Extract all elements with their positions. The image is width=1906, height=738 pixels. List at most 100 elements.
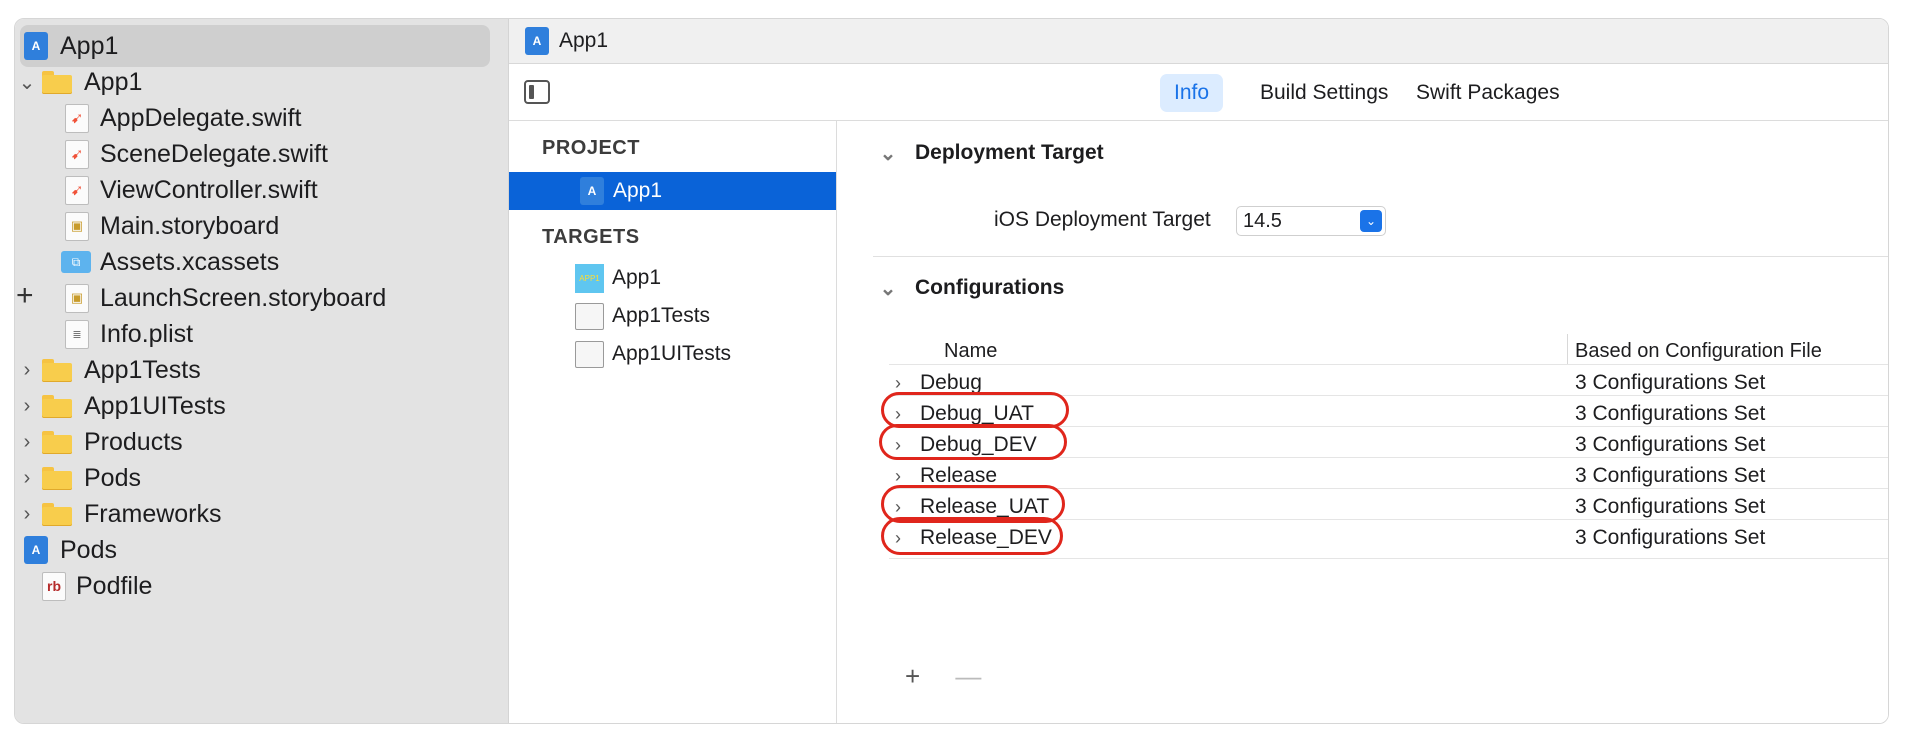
chevron-right-icon[interactable]: › [16,359,38,381]
nav-item-label: App1Tests [84,355,201,384]
column-divider[interactable] [1567,334,1568,364]
xcode-project-icon: A [24,32,48,60]
chevron-right-icon[interactable]: › [16,503,38,525]
table-row[interactable]: › Release_DEV 3 Configurations Set [889,519,1888,559]
configurations-title: Configurations [915,276,1065,299]
swift-file-icon: ➹ [65,103,89,133]
config-name: Release [920,464,998,487]
column-header-name[interactable]: Name [944,340,997,363]
chevron-right-icon[interactable]: › [895,404,901,425]
target-item-label: App1 [612,266,662,289]
chevron-right-icon[interactable]: › [895,497,901,518]
nav-item-label: Frameworks [84,499,222,528]
target-item-label: App1UITests [612,342,732,365]
xcode-window: A App1 ⌄ App1 ➹ AppDelegate.swift ➹ Scen… [14,18,1889,724]
test-bundle-icon [575,302,604,330]
divider [873,256,1888,257]
deployment-target-header[interactable]: ⌄ Deployment Target [877,141,1104,165]
asset-catalog-icon: ⧉ [61,251,91,273]
ios-deployment-target-popup[interactable]: 14.5 ⌄ [1236,206,1386,236]
project-navigator: A App1 ⌄ App1 ➹ AppDelegate.swift ➹ Scen… [15,19,508,723]
chevron-down-icon: ⌄ [1360,210,1382,232]
folder-icon [42,467,72,490]
config-file: 3 Configurations Set [1575,433,1766,456]
nav-item-label: Pods [60,535,117,564]
config-name: Debug_DEV [920,433,1037,456]
chevron-right-icon[interactable]: › [16,467,38,489]
editor-tab-bar: A App1 [509,19,1888,64]
nav-item-label: Info.plist [100,319,194,348]
chevron-right-icon[interactable]: › [16,395,38,417]
config-name: Debug [920,371,982,394]
ruby-file-icon: rb [42,571,66,601]
folder-icon [42,395,72,418]
swift-file-icon: ➹ [65,175,89,205]
storyboard-file-icon: ▣ [65,283,89,313]
test-bundle-icon [575,340,604,368]
targets-section-header: TARGETS [542,226,640,248]
chevron-right-icon[interactable]: › [895,528,901,549]
nav-item-label: AppDelegate.swift [100,103,302,132]
chevron-down-icon[interactable]: ⌄ [877,277,899,300]
nav-item-label: LaunchScreen.storyboard [100,283,387,312]
config-file: 3 Configurations Set [1575,371,1766,394]
tab-build-settings[interactable]: Build Settings [1246,74,1402,112]
crosshair-cursor-icon: + [16,279,34,312]
sidebar-toggle-icon[interactable] [524,80,550,104]
tab-swift-packages[interactable]: Swift Packages [1402,74,1574,112]
nav-item-label: App1 [60,31,119,60]
info-settings-panel: ⌄ Deployment Target iOS Deployment Targe… [837,121,1888,723]
deployment-target-title: Deployment Target [915,141,1104,164]
project-item-label: App1 [613,179,663,202]
swift-file-icon: ➹ [65,139,89,169]
chevron-right-icon[interactable]: › [895,466,901,487]
folder-icon [42,503,72,526]
project-section-header: PROJECT [542,137,640,159]
chevron-down-icon[interactable]: ⌄ [877,142,899,165]
config-file: 3 Configurations Set [1575,526,1766,549]
project-targets-list: PROJECT A App1 TARGETS APP1 App1 App1Tes… [509,121,837,723]
nav-item-label: App1 [84,67,143,96]
config-name: Release_UAT [920,495,1050,518]
project-item-app1[interactable]: A App1 [509,172,836,210]
target-item-label: App1Tests [612,304,711,327]
editor-toolbar: Info Build Settings Swift Packages [509,64,1888,121]
nav-item-label: Main.storyboard [100,211,280,240]
tab-info[interactable]: Info [1160,74,1224,112]
chevron-right-icon[interactable]: › [895,373,901,394]
target-item[interactable]: App1Tests [509,297,836,335]
config-file: 3 Configurations Set [1575,495,1766,518]
chevron-right-icon[interactable]: › [16,431,38,453]
popup-value: 14.5 [1243,209,1282,232]
folder-icon [42,431,72,454]
nav-item-label: Products [84,427,183,456]
folder-icon [42,71,72,94]
nav-item-label: ViewController.swift [100,175,318,204]
nav-item-file[interactable]: rb Podfile [15,565,152,607]
nav-item-label: Pods [84,463,141,492]
xcode-project-icon: A [580,177,604,205]
config-file: 3 Configurations Set [1575,464,1766,487]
nav-item-label: App1UITests [84,391,226,420]
chevron-down-icon[interactable]: ⌄ [16,71,38,94]
column-header-config-file[interactable]: Based on Configuration File [1575,340,1822,363]
xcode-project-icon: A [24,536,48,564]
nav-item-label: Podfile [76,571,153,600]
add-configuration-button[interactable]: + [905,661,920,691]
editor-area: A App1 Info Build Settings Swift Package… [508,19,1888,723]
nav-item-label: Assets.xcassets [100,247,280,276]
nav-item-label: SceneDelegate.swift [100,139,328,168]
app-target-icon: APP1 [575,263,604,293]
editor-tab-title[interactable]: App1 [559,29,608,53]
config-file: 3 Configurations Set [1575,402,1766,425]
folder-icon [42,359,72,382]
configurations-header[interactable]: ⌄ Configurations [877,276,1065,300]
plist-file-icon: ≣ [65,319,89,349]
ios-deployment-target-label: iOS Deployment Target [994,208,1211,231]
remove-configuration-button[interactable]: — [955,661,981,691]
chevron-right-icon[interactable]: › [895,435,901,456]
target-item[interactable]: App1UITests [509,335,836,373]
config-name: Release_DEV [920,526,1052,549]
target-item[interactable]: APP1 App1 [509,259,836,297]
storyboard-file-icon: ▣ [65,211,89,241]
